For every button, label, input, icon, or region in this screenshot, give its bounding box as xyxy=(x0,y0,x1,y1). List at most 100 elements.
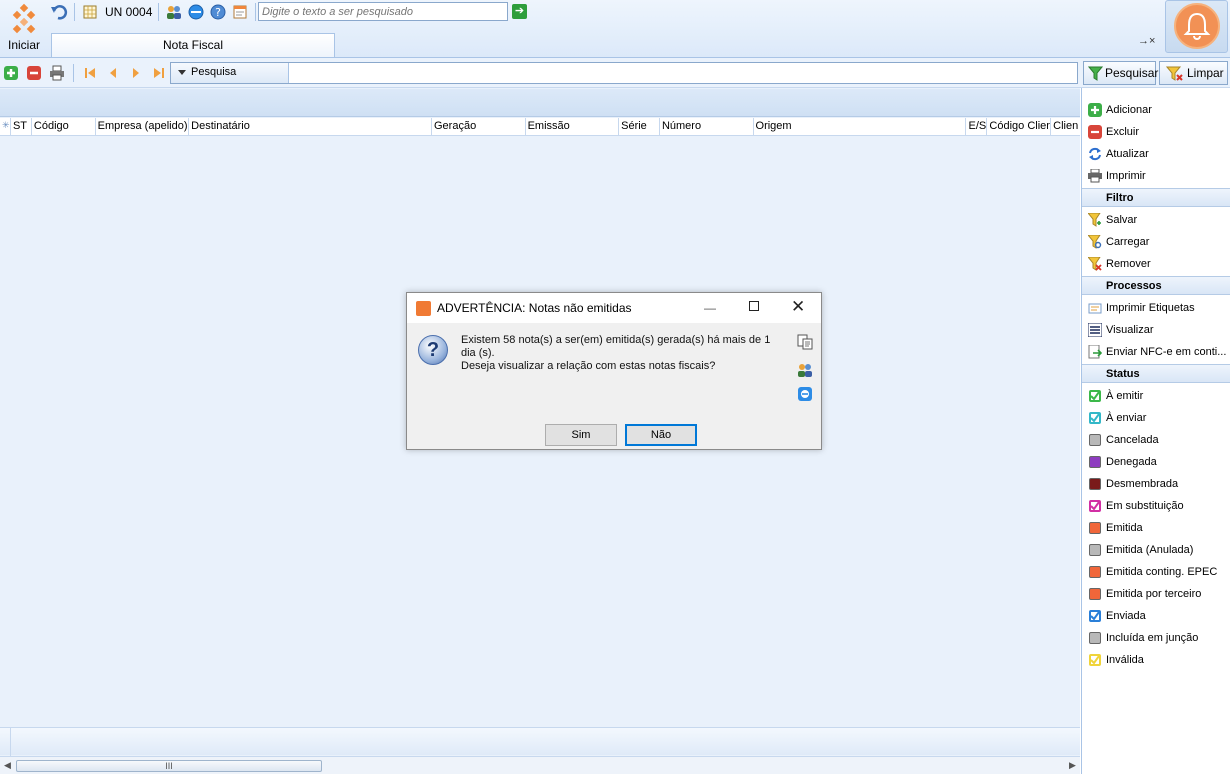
remote-access-icon[interactable] xyxy=(797,386,813,402)
remote-access-icon[interactable] xyxy=(187,3,205,21)
status-item[interactable]: Enviada xyxy=(1082,605,1230,627)
status-item[interactable]: Emitida (Anulada) xyxy=(1082,539,1230,561)
sidebar-item-imprimir[interactable]: Imprimir xyxy=(1082,165,1230,187)
undo-icon[interactable] xyxy=(50,3,68,21)
save-filter-icon xyxy=(1088,213,1102,227)
sidebar-item-visualizar[interactable]: Visualizar xyxy=(1082,319,1230,341)
sidebar-item-excluir[interactable]: Excluir xyxy=(1082,121,1230,143)
scroll-right-icon[interactable]: ▶ xyxy=(1069,760,1076,771)
copy-icon[interactable] xyxy=(797,334,813,350)
sidebar-item-salvar-filtro[interactable]: Salvar xyxy=(1082,209,1230,231)
status-item[interactable]: Inválida xyxy=(1082,649,1230,671)
sidebar-item-carregar-filtro[interactable]: Carregar xyxy=(1082,231,1230,253)
sidebar-item-imprimir-etiquetas[interactable]: Imprimir Etiquetas xyxy=(1082,297,1230,319)
column-header[interactable]: E/S xyxy=(966,118,988,136)
clear-button[interactable]: Limpar xyxy=(1159,61,1228,85)
dialog-message-line: Existem 58 nota(s) a ser(em) emitida(s) … xyxy=(461,334,771,359)
tab-nota-fiscal[interactable]: Nota Fiscal xyxy=(51,33,335,57)
global-search-input[interactable] xyxy=(258,2,508,21)
column-header[interactable]: Origem xyxy=(754,118,967,136)
column-header[interactable]: Empresa (apelido) xyxy=(96,118,190,136)
warning-dialog: ADVERTÊNCIA: Notas não emitidas — ✕ ? Ex… xyxy=(406,292,822,450)
users-icon[interactable] xyxy=(797,362,813,378)
sidebar-item-enviar-nfce[interactable]: Enviar NFC-e em conti... xyxy=(1082,341,1230,363)
maximize-icon[interactable] xyxy=(749,301,759,311)
printer-icon xyxy=(1088,169,1102,183)
sidebar-item-label: Imprimir Etiquetas xyxy=(1106,302,1195,314)
column-header[interactable]: Código xyxy=(32,118,96,136)
search-field-label: Pesquisa xyxy=(191,66,237,78)
sidebar-item-label: Enviar NFC-e em conti... xyxy=(1106,346,1227,358)
first-record-icon[interactable] xyxy=(81,64,99,82)
notifications-button[interactable] xyxy=(1165,0,1228,53)
help-icon[interactable]: ? xyxy=(209,3,227,21)
status-item[interactable]: Emitida xyxy=(1082,517,1230,539)
status-item-label: À enviar xyxy=(1106,412,1147,424)
filter-search-box[interactable]: Pesquisa xyxy=(170,62,1078,84)
yes-button[interactable]: Sim xyxy=(545,424,617,446)
schedule-icon[interactable] xyxy=(231,3,249,21)
quick-toolbar: UN 0004 ? xyxy=(50,0,258,24)
dialog-titlebar[interactable]: ADVERTÊNCIA: Notas não emitidas — ✕ xyxy=(407,293,821,323)
status-item-label: Incluída em junção xyxy=(1106,632,1199,644)
no-button[interactable]: Não xyxy=(625,424,697,446)
status-item[interactable]: Emitida por terceiro xyxy=(1082,583,1230,605)
column-header[interactable]: Número xyxy=(660,118,754,136)
column-header[interactable]: Código Clien xyxy=(987,118,1052,136)
status-item[interactable]: Incluída em junção xyxy=(1082,627,1230,649)
status-item-label: Cancelada xyxy=(1106,434,1159,446)
status-item[interactable]: Desmembrada xyxy=(1082,473,1230,495)
close-icon[interactable]: ✕ xyxy=(791,297,805,317)
dialog-message: Existem 58 nota(s) a ser(em) emitida(s) … xyxy=(461,334,786,373)
sidebar-item-label: Salvar xyxy=(1106,214,1138,226)
status-item[interactable]: Em substituição xyxy=(1082,495,1230,517)
status-item-label: À emitir xyxy=(1106,390,1144,402)
status-color-icon xyxy=(1088,521,1102,535)
start-button[interactable]: Iniciar xyxy=(0,0,48,56)
search-field-selector[interactable]: Pesquisa xyxy=(171,63,289,83)
previous-record-icon[interactable] xyxy=(104,64,122,82)
filter-icon xyxy=(1088,66,1103,81)
row-indicator-header[interactable]: ✳ xyxy=(0,118,11,136)
minimize-icon[interactable]: — xyxy=(704,301,716,315)
horizontal-scrollbar[interactable]: ◀ III ▶ xyxy=(0,756,1080,774)
sidebar-item-label: Excluir xyxy=(1106,126,1140,138)
column-header[interactable]: ST xyxy=(11,118,32,136)
sidebar-item-atualizar[interactable]: Atualizar xyxy=(1082,143,1230,165)
status-color-icon xyxy=(1088,631,1102,645)
delete-record-icon[interactable] xyxy=(25,64,43,82)
status-checkbox-checked-icon xyxy=(1088,499,1102,513)
sidebar-item-adicionar[interactable]: Adicionar xyxy=(1082,99,1230,121)
scrollbar-thumb[interactable]: III xyxy=(16,760,322,772)
last-record-icon[interactable] xyxy=(150,64,168,82)
sidebar-item-label: Atualizar xyxy=(1106,148,1149,160)
add-record-icon[interactable] xyxy=(2,64,20,82)
status-item[interactable]: Emitida conting. EPEC xyxy=(1082,561,1230,583)
status-item[interactable]: À emitir xyxy=(1082,385,1230,407)
next-record-icon[interactable] xyxy=(127,64,145,82)
status-item[interactable]: Cancelada xyxy=(1082,429,1230,451)
status-item[interactable]: À enviar xyxy=(1082,407,1230,429)
users-icon[interactable] xyxy=(165,3,183,21)
sidebar-item-remover-filtro[interactable]: Remover xyxy=(1082,253,1230,275)
column-header[interactable]: Série xyxy=(619,118,660,136)
tab-close-controls[interactable]: →× xyxy=(1138,35,1155,47)
status-item[interactable]: Denegada xyxy=(1082,451,1230,473)
search-button[interactable]: Pesquisar xyxy=(1083,61,1158,85)
print-icon[interactable] xyxy=(48,64,66,82)
calendar-icon[interactable] xyxy=(81,3,99,21)
start-label: Iniciar xyxy=(7,38,40,52)
status-color-icon xyxy=(1088,433,1102,447)
status-item-label: Emitida por terceiro xyxy=(1106,588,1202,600)
process-section-header: Processos xyxy=(1082,276,1230,295)
column-header[interactable]: Emissão xyxy=(526,118,620,136)
column-header[interactable]: Geração xyxy=(432,118,526,136)
column-header[interactable]: Clien xyxy=(1051,118,1080,136)
go-arrow-icon[interactable]: ➔ xyxy=(512,4,527,19)
scroll-left-icon[interactable]: ◀ xyxy=(4,760,11,771)
unit-label[interactable]: UN 0004 xyxy=(105,5,152,19)
column-header[interactable]: Destinatário xyxy=(189,118,432,136)
action-sidebar: Adicionar Excluir Atualizar Imprimir Fil… xyxy=(1081,88,1230,774)
toolbar-separator xyxy=(73,64,74,82)
toolbar-separator xyxy=(255,3,257,21)
